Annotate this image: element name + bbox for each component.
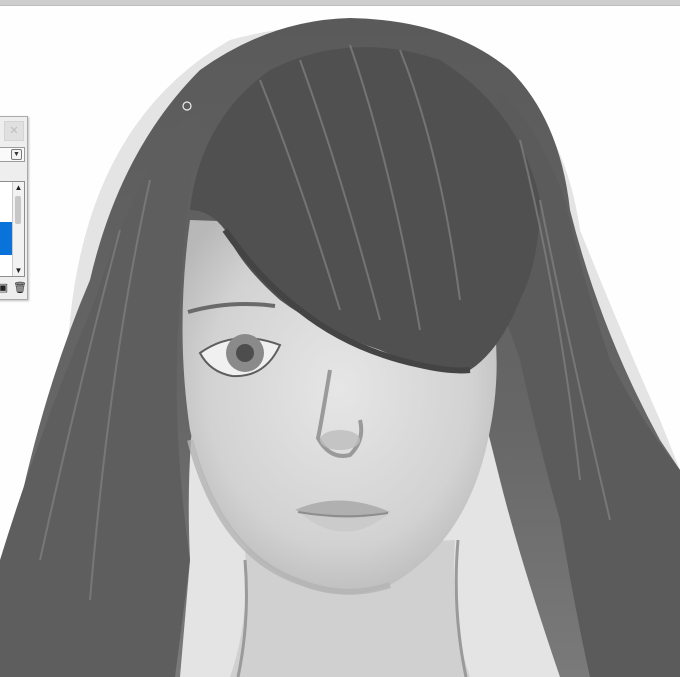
blend-mode-dropdown[interactable]: ▼ bbox=[0, 147, 25, 162]
close-icon[interactable]: ✕ bbox=[4, 121, 24, 141]
scroll-thumb[interactable] bbox=[15, 196, 21, 224]
chevron-down-icon[interactable]: ▼ bbox=[11, 149, 22, 160]
layer-list[interactable]: ▲ ▼ bbox=[0, 181, 25, 277]
trash-icon[interactable]: 🗑 bbox=[13, 282, 27, 295]
brush-cursor-icon bbox=[182, 101, 192, 111]
layer-list-scrollbar[interactable]: ▲ ▼ bbox=[12, 182, 24, 276]
scroll-down-icon[interactable]: ▼ bbox=[13, 265, 24, 276]
layer-panel: ✕ ▼ ▲ ▼ ▣ 🗑 bbox=[0, 116, 28, 300]
scroll-up-icon[interactable]: ▲ bbox=[13, 182, 24, 193]
layer-stack-icon[interactable]: ▣ bbox=[0, 282, 9, 295]
layer-panel-toolbar: ▣ 🗑 bbox=[0, 281, 27, 297]
drawing-canvas[interactable] bbox=[0, 6, 680, 677]
portrait-artwork bbox=[0, 18, 680, 677]
